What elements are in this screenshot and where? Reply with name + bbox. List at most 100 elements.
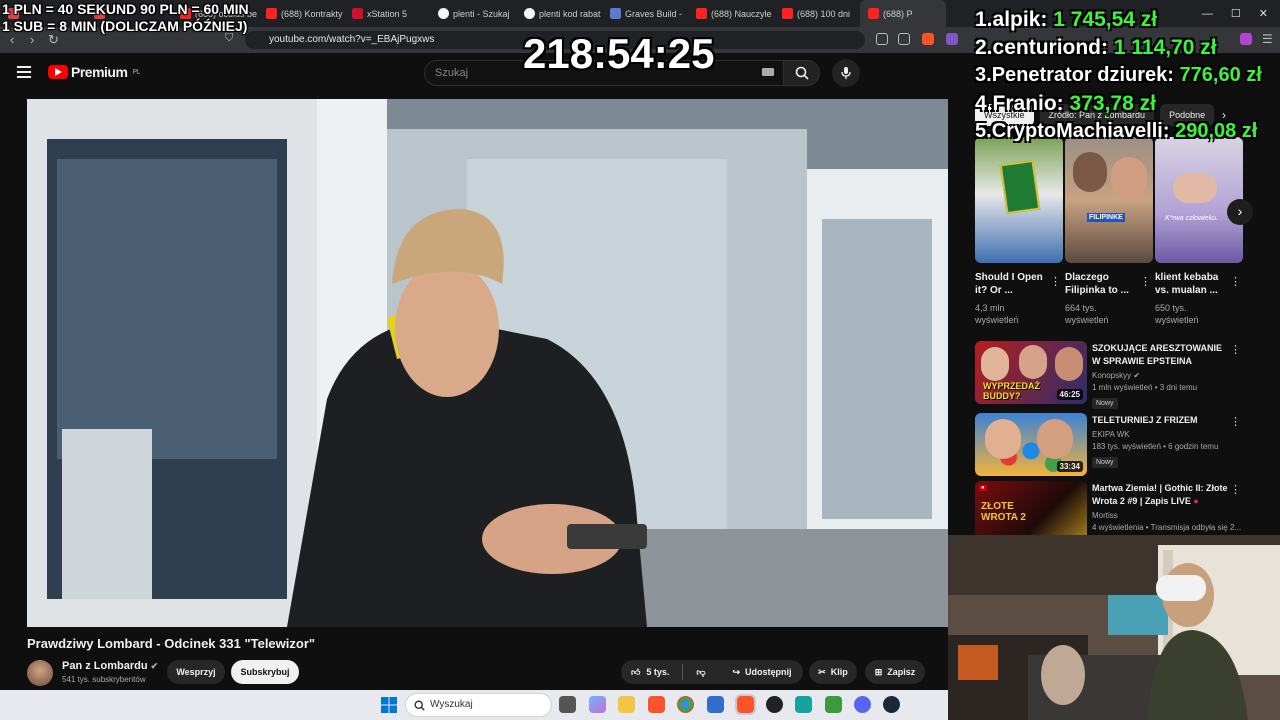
doc-favicon-icon [610,8,621,19]
lb-name: CryptoMachiavelli: [991,120,1170,142]
browser-tab[interactable]: xStation 5 [344,0,430,27]
browser-tab[interactable]: plenti kod rabat [516,0,602,27]
taskbar-search-placeholder: Wyszukaj [430,699,473,710]
extension-icon[interactable] [1240,33,1252,45]
recommended-video[interactable]: WYPRZEDAŻ BUDDY? 46:25 SZOKUJĄCE ARESZTO… [975,341,1255,409]
reload-icon[interactable]: ↻ [48,32,59,48]
video-thumbnail: 33:34 [975,413,1087,476]
short-item[interactable]: FILIPINKE Dlaczego Filipinka to ... 664 … [1065,137,1153,326]
video-info: SZOKUJĄCE ARESZTOWANIE W SPRAWIE EPSTEIN… [1092,342,1232,410]
menu-icon[interactable]: ☰ [1262,32,1273,46]
short-thumbnail: FILIPINKE [1065,137,1153,263]
cast-icon[interactable] [876,33,888,45]
video-duration: 46:25 [1056,389,1083,400]
verified-icon: ✔ [150,661,159,671]
lb-amount: 1 114,70 zł [1113,36,1217,59]
share-icon[interactable] [898,33,910,45]
youtube-logo[interactable]: Premium PL [48,64,140,80]
scissors-icon: ✂ [818,667,826,677]
thumb-text: ZŁOTE WROTA 2 [981,501,1026,523]
thumb-text: WYPRZEDAŻ BUDDY? [983,381,1040,401]
chrome-icon[interactable] [677,696,694,713]
save-button[interactable]: ⊞ Zapisz [865,660,925,684]
lb-amount: 776,60 zł [1179,64,1262,86]
windows-start-icon[interactable] [381,697,397,713]
short-views: 650 tys. wyświetleń [1155,303,1199,325]
recommended-video[interactable]: 33:34 TELETURNIEJ Z FRIZEM EKIPA WK 183 … [975,413,1255,477]
more-options-icon[interactable]: ⋮ [1230,483,1241,496]
logo-region: PL [132,68,140,76]
more-options-icon[interactable]: ⋮ [1230,415,1241,428]
webcam-feed [948,535,1280,720]
like-button[interactable]: 👍︎ 5 tys. [631,660,669,684]
steam-icon[interactable] [883,696,900,713]
more-options-icon[interactable]: ⋮ [1230,275,1241,288]
more-options-icon[interactable]: ⋮ [1230,343,1241,356]
tab-label: plenti - Szukaj [453,8,510,19]
voice-search-button[interactable] [832,59,860,87]
shorts-next-button[interactable]: › [1227,199,1253,225]
store-icon[interactable] [707,696,724,713]
browser-tab[interactable]: (688) Kontrakty [258,0,344,27]
maximize-icon[interactable]: ☐ [1231,7,1241,20]
back-icon[interactable]: ‹ [10,32,14,47]
video-channel-name: Konopskyy [1092,371,1132,380]
leaderboard-entry: 5.CryptoMachiavelli: 290,08 zł [975,120,1257,143]
discord-icon[interactable] [854,696,871,713]
video-channel: Mortiss [1092,511,1118,520]
share-button[interactable]: ↪ Udostępnij [721,660,803,684]
leaderboard-entry: 1.alpik: 1 745,54 zł [975,8,1157,32]
short-item[interactable]: K*rwa człowieku. klient kebaba vs. muala… [1155,137,1243,326]
app-icon[interactable] [795,696,812,713]
taskbar-search-input[interactable]: Wyszukaj [405,693,552,717]
hamburger-menu-icon[interactable] [17,66,31,78]
more-options-icon[interactable]: ⋮ [1050,275,1061,288]
search-button[interactable] [784,60,820,86]
subscribe-button[interactable]: Subskrybuj [231,660,299,684]
browser-tab[interactable]: (688) 100 dni [774,0,860,27]
share-icon: ↪ [732,667,741,677]
dislike-button[interactable]: 👎︎ [696,660,705,684]
task-view-icon[interactable] [559,696,576,713]
browser-tab[interactable]: plenti - Szukaj [430,0,516,27]
channel-name-text: Pan z Lombardu [62,660,148,672]
brave-active-icon[interactable] [735,694,756,715]
copilot-icon[interactable] [589,696,606,713]
browser-tab[interactable]: (688) Nauczyle [688,0,774,27]
minimize-icon[interactable]: — [1202,8,1213,20]
logo-text: Premium [71,64,128,80]
brave-icon[interactable] [648,696,665,713]
browser-tab[interactable]: Graves Build - [602,0,688,27]
tab-label: (688) Kontrakty [281,8,343,19]
channel-row: Pan z Lombardu ✔ 541 tys. subskrybentów … [27,658,967,688]
browser-tab-active[interactable]: (688) P [860,0,946,27]
donation-rules-line-1: 1 PLN = 40 SEKUND 90 PLN = 60 MIN [2,1,249,17]
short-item[interactable]: Should I Open it? Or ... 4,3 mln wyświet… [975,137,1063,326]
lb-name: alpik: [992,8,1048,31]
bookmark-icon: ⊞ [874,667,883,677]
leaderboard-entry: 2.centuriond: 1 114,70 zł [975,36,1217,60]
support-button[interactable]: Wesprzyj [167,660,225,684]
video-channel: EKIPA WK [1092,430,1130,439]
obs-icon[interactable] [766,696,783,713]
verified-icon: ✔ [1133,371,1141,380]
video-title-rec: TELETURNIEJ Z FRIZEM [1092,415,1198,425]
channel-name[interactable]: Pan z Lombardu ✔ [62,660,158,672]
file-explorer-icon[interactable] [618,696,635,713]
lb-rank: 2. [975,36,993,59]
brave-rewards-icon[interactable] [946,33,958,45]
more-options-icon[interactable]: ⋮ [1140,275,1151,288]
short-thumbnail [975,137,1063,263]
search-icon [795,66,809,80]
close-icon[interactable]: ✕ [1259,7,1268,20]
channel-avatar[interactable] [27,660,53,686]
brave-shield-icon[interactable] [922,33,934,45]
video-player[interactable] [27,99,948,627]
clip-label: Klip [830,667,848,677]
google-favicon-icon [524,8,535,19]
keyboard-icon[interactable] [762,68,774,76]
clip-button[interactable]: ✂ Klip [809,660,857,684]
microphone-icon [841,67,851,79]
forward-icon[interactable]: › [30,32,34,47]
game-icon[interactable] [825,696,842,713]
